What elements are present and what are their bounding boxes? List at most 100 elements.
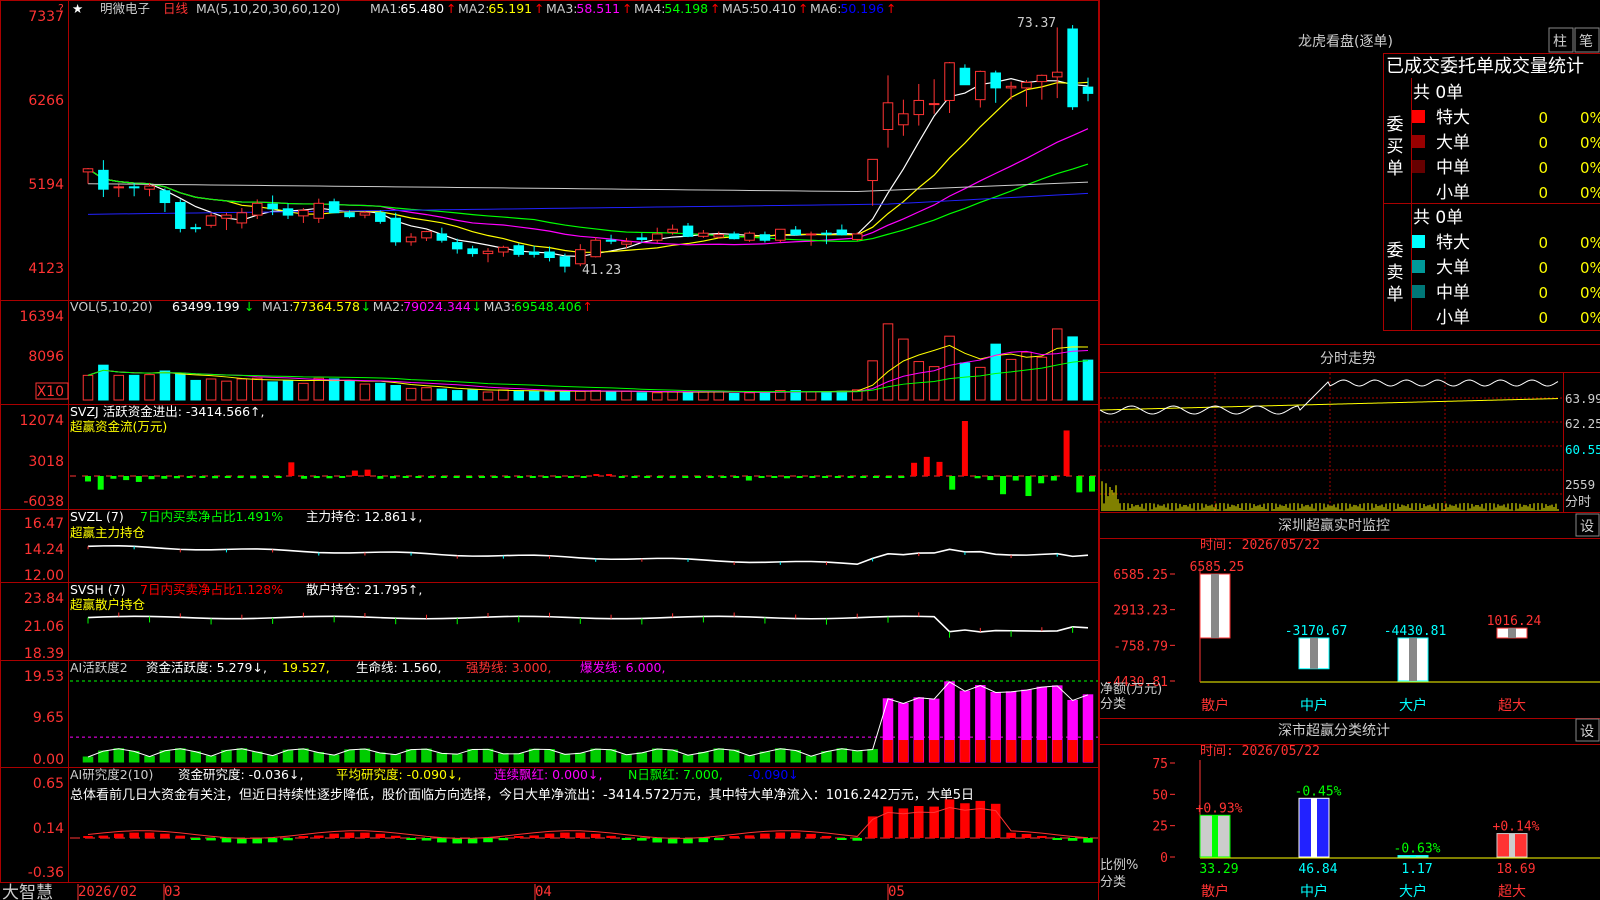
volume-bar <box>467 389 478 401</box>
monitor-axis-tick: 2913.23 <box>1113 604 1168 619</box>
vertical-char: 单 <box>1387 159 1404 179</box>
monitor-settings-label: 设 <box>1580 519 1594 535</box>
flow-bar <box>771 476 778 478</box>
sh-header: SVSH (7) 7日内买卖净占比1.128% 散户持仓: 21.795↑, 超… <box>70 582 422 612</box>
flow-bar <box>974 476 981 479</box>
vol-ma-values: MA1:77364.578↓ MA2:79024.344↓ MA3:69548.40… <box>262 299 593 314</box>
sh-tick: 18.39 <box>24 646 64 662</box>
stats-bar-stripe <box>1212 815 1218 857</box>
star-icon: ★ <box>72 1 83 16</box>
candle-body <box>498 246 509 253</box>
price-marker-icon: ? <box>58 2 64 15</box>
flow-bar <box>1076 476 1083 493</box>
candle-body <box>775 228 786 241</box>
rs-bar <box>852 838 862 841</box>
volume-bar <box>282 379 294 401</box>
rs-bar <box>483 838 493 843</box>
ma-label: MA3: <box>484 299 516 314</box>
ma-arrow: ↑ <box>798 1 808 16</box>
volume-bar <box>867 360 878 401</box>
rs-comment: 总体看前几日大资金有关注，但近日持续性逐步降低，股价面临方向选择，今日大单净流出… <box>70 787 974 803</box>
order-type-label: 特大 <box>1436 108 1470 128</box>
rs-bar <box>790 832 801 838</box>
volume-bar <box>1082 359 1094 401</box>
ai-tick: 0.00 <box>33 752 64 768</box>
stock-chart-canvas[interactable]: ★ 明微电子 日线 MA(5,10,20,30,60,120) MA1:65.4… <box>0 0 1600 900</box>
candle-body <box>421 231 432 239</box>
monitor-bar-shade <box>1409 637 1417 681</box>
volume-bar <box>205 378 217 401</box>
rs-bar <box>914 806 924 838</box>
ai-bar <box>836 748 848 763</box>
ai-bar <box>267 755 278 763</box>
vol-params: VOL(5,10,20) <box>70 299 153 314</box>
rs-bar <box>514 836 524 838</box>
candle-body <box>113 186 125 189</box>
zl-panel <box>87 545 1089 566</box>
flow-bar <box>822 476 829 478</box>
rs-bar <box>1006 832 1016 838</box>
svzl-ratio: 7日内买卖净占比1.491% <box>140 509 283 524</box>
volume-bar <box>605 390 617 401</box>
stats-bar-stripe <box>1311 798 1317 857</box>
ai-base-bar <box>960 740 970 762</box>
flow-bar <box>97 476 104 490</box>
flow-bar <box>1050 476 1057 481</box>
svsh-ratio: 7日内买卖净占比1.128% <box>140 582 283 597</box>
net-label: 净额(万元) <box>1100 682 1162 697</box>
rs-bar <box>652 838 662 843</box>
candle-body <box>328 201 340 214</box>
rs-bar <box>175 835 186 838</box>
stats-axis-tick: 25 <box>1152 820 1168 835</box>
volume-bar <box>221 380 232 401</box>
volume-bar <box>913 361 925 401</box>
ai-header: AI活跃度2 资金活跃度: 5.279↓, 19.527, 生命线: 1.560… <box>70 660 665 675</box>
candle-body <box>944 62 955 101</box>
volume-bar <box>513 390 525 401</box>
candle-body <box>851 233 863 240</box>
ai-bar <box>359 748 371 763</box>
ai-bar <box>590 748 601 763</box>
ai-bar <box>344 749 355 763</box>
volume-bar <box>1036 356 1048 401</box>
order-count: 0 <box>1538 134 1548 152</box>
rs-bar <box>1021 833 1032 838</box>
legend-swatch <box>1412 260 1425 273</box>
volume-bar <box>959 362 971 401</box>
rs-bar <box>114 833 124 838</box>
flow-bar <box>745 476 752 481</box>
ma10-line <box>87 81 1089 253</box>
flow-bar <box>390 476 397 479</box>
svzj-line2: 超赢资金流(万元) <box>70 419 167 434</box>
order-percent: 0% <box>1580 259 1600 277</box>
rs-bar <box>1037 835 1047 838</box>
candle-body <box>1036 74 1048 83</box>
rs-bar <box>160 833 170 838</box>
ma-arrow: ↑ <box>534 1 544 16</box>
candle-body <box>159 190 171 204</box>
flow-bar <box>377 476 384 479</box>
vertical-char: 委 <box>1387 241 1404 261</box>
candle-body <box>898 113 909 126</box>
vol-tick: 16394 <box>19 309 64 325</box>
monitor-bar-shade <box>1211 574 1219 638</box>
flow-panel <box>70 421 1098 497</box>
candle-body <box>205 215 217 226</box>
vertical-char: 卖 <box>1387 263 1404 283</box>
ma-value: 50.410 <box>752 1 796 16</box>
ai-base-bar <box>1006 740 1016 762</box>
ai-bar <box>636 752 648 763</box>
volume-bar <box>636 392 648 401</box>
ma-value: 50.196 <box>840 1 884 16</box>
rs-bar <box>590 833 601 838</box>
candle-body <box>144 185 155 190</box>
order-percent: 0% <box>1580 309 1600 327</box>
vol-tick: X10 <box>37 384 64 400</box>
candle-body <box>267 203 278 210</box>
rs-bar <box>837 838 847 840</box>
flow-tick: -6038 <box>23 494 64 510</box>
rs-tick: 0.65 <box>33 776 64 792</box>
ai-bar <box>728 749 740 763</box>
flow-bar <box>567 476 574 478</box>
candle-body <box>482 250 494 255</box>
